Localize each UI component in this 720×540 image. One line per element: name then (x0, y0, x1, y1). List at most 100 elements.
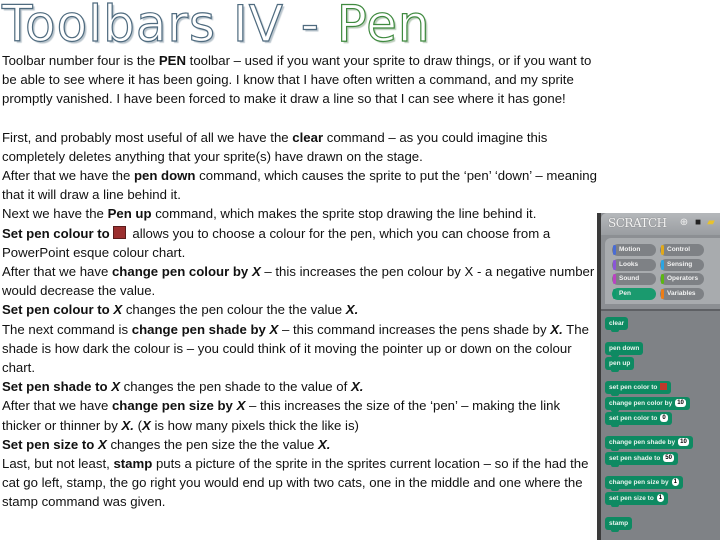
block-label: change pen color by (609, 400, 673, 407)
scratch-window: SCRATCH ⊕ ■ ▰ Motion Control Looks Sensing S… (601, 213, 720, 540)
text-run: X (111, 379, 120, 395)
text-run: X (98, 436, 107, 452)
paragraph: Set pen shade to X changes the pen shade… (2, 377, 598, 396)
text-run: clear (292, 129, 324, 145)
text-run: Toolbar number four is the (2, 53, 159, 68)
scratch-header: SCRATCH ⊕ ■ ▰ (601, 213, 720, 235)
color-picker-slot[interactable] (660, 383, 668, 390)
text-run: PEN (158, 53, 186, 68)
blocks-area: clear pen down pen up set pen color to chang… (601, 309, 720, 540)
category-looks[interactable]: Looks (612, 258, 656, 271)
text-run: After that we have (2, 398, 112, 414)
category-pen[interactable]: Pen (612, 287, 656, 300)
paragraph: After that we have change pen size by X … (2, 396, 598, 434)
text-run: After that we have the (2, 168, 134, 184)
text-run: changes the pen colour the the value (122, 302, 346, 318)
scratch-logo: SCRATCH (608, 216, 667, 230)
block-set-pen-shade-to[interactable]: set pen shade to 50 (605, 452, 678, 467)
block-change-pen-color-by[interactable]: change pen color by 10 (605, 397, 690, 412)
block-pen-up[interactable]: pen up (605, 357, 635, 372)
text-run: Set pen colour to (2, 302, 114, 318)
paragraph: Last, but not least, stamp puts a pictur… (2, 454, 598, 512)
text-run: X. (345, 302, 359, 318)
paragraph: Toolbar number four is the PEN toolbar –… (2, 51, 598, 109)
category-sound[interactable]: Sound (612, 273, 656, 285)
title-accent: Pen (336, 0, 431, 54)
text-run: X. (350, 379, 364, 395)
block-label: change pen shade by (609, 439, 676, 446)
text-run: change pen size by (111, 398, 237, 414)
text-run: stamp (113, 456, 153, 472)
text-run: X (113, 302, 123, 318)
text-run: After that we have (2, 264, 112, 280)
block-label: set pen size to (609, 495, 654, 502)
paragraph: After that we have change pen colour by … (2, 262, 598, 300)
text-run: Set pen shade to (2, 379, 112, 395)
block-stamp[interactable]: stamp (605, 517, 633, 532)
text-run: – this command increases the pens shade … (278, 321, 551, 337)
paragraph: Set pen colour to allows you to choose a… (2, 224, 598, 262)
text-run: X (269, 321, 279, 337)
text-run: X. (317, 436, 331, 452)
text-run: Pen up (107, 206, 152, 222)
block-label: pen up (609, 360, 631, 367)
text-run: ( (133, 417, 143, 433)
body-text: Toolbar number four is the PEN toolbar –… (2, 51, 598, 512)
value-input[interactable]: 10 (678, 438, 689, 446)
text-run: X (251, 264, 261, 280)
text-run: Set pen colour to (2, 225, 110, 241)
category-control[interactable]: Control (660, 244, 704, 256)
paragraph: The next command is change pen shade by … (2, 320, 598, 378)
category-motion[interactable]: Motion (612, 244, 656, 256)
text-run: changes the pen shade to the value of (119, 379, 351, 395)
value-input[interactable]: 10 (675, 399, 686, 407)
block-set-pen-color-to[interactable]: set pen color to (605, 381, 672, 396)
block-set-pen-color-to[interactable]: set pen color to 0 (605, 412, 672, 427)
value-input[interactable]: 1 (671, 478, 679, 486)
text-run: X. (121, 417, 134, 433)
folder-icon[interactable]: ▰ (706, 218, 716, 228)
block-change-pen-shade-by[interactable]: change pen shade by 10 (605, 436, 693, 451)
text-run: Next we have the (2, 206, 108, 222)
paragraph: Set pen colour to X changes the pen colo… (2, 300, 598, 319)
text-run: X. (550, 321, 563, 337)
block-set-pen-size-to[interactable]: set pen size to 1 (605, 492, 669, 507)
block-pen-down[interactable]: pen down (605, 342, 644, 357)
block-clear[interactable]: clear (605, 317, 629, 332)
block-label: set pen color to (609, 384, 658, 391)
category-operators[interactable]: Operators (660, 273, 704, 285)
value-input[interactable]: 0 (660, 414, 668, 422)
paragraph: After that we have the pen down command,… (2, 166, 598, 204)
save-icon[interactable]: ■ (693, 218, 703, 228)
text-run: is how many pixels thick the like is) (150, 417, 359, 433)
color-swatch-icon (112, 225, 126, 239)
block-label: change pen size by (609, 479, 669, 486)
category-palette: Motion Control Looks Sensing Sound Operators P… (605, 238, 720, 304)
scratch-screenshot: SCRATCH ⊕ ■ ▰ Motion Control Looks Sensing S… (597, 213, 720, 540)
text-run: changes the pen size the the value (106, 436, 318, 452)
category-variables[interactable]: Variables (660, 287, 704, 300)
block-label: set pen color to (609, 415, 658, 422)
paragraph: Next we have the Pen up command, which m… (2, 204, 598, 223)
value-input[interactable]: 1 (656, 494, 665, 502)
block-change-pen-size-by[interactable]: change pen size by 1 (605, 476, 683, 491)
text-run: X (142, 417, 151, 433)
block-label: stamp (609, 520, 629, 527)
text-run: First, and probably most useful of all w… (2, 129, 293, 145)
text-run: The next command is (2, 321, 132, 337)
block-label: clear (609, 320, 625, 327)
block-label: set pen shade to (609, 455, 661, 462)
text-run: command, which makes the sprite stop dra… (151, 206, 537, 222)
text-run: Last, but not least, (2, 456, 114, 472)
text-run: change pen colour by (111, 264, 252, 280)
category-sensing[interactable]: Sensing (660, 258, 704, 271)
paragraph: Set pen size to X changes the pen size t… (2, 435, 598, 454)
value-input[interactable]: 50 (663, 454, 674, 462)
text-run: pen down (133, 168, 196, 184)
globe-icon[interactable]: ⊕ (679, 218, 689, 228)
title-main: Toolbars IV - (1, 0, 337, 54)
text-run: Set pen size to (2, 436, 98, 452)
paragraph: First, and probably most useful of all w… (2, 128, 598, 166)
block-label: pen down (609, 345, 640, 352)
